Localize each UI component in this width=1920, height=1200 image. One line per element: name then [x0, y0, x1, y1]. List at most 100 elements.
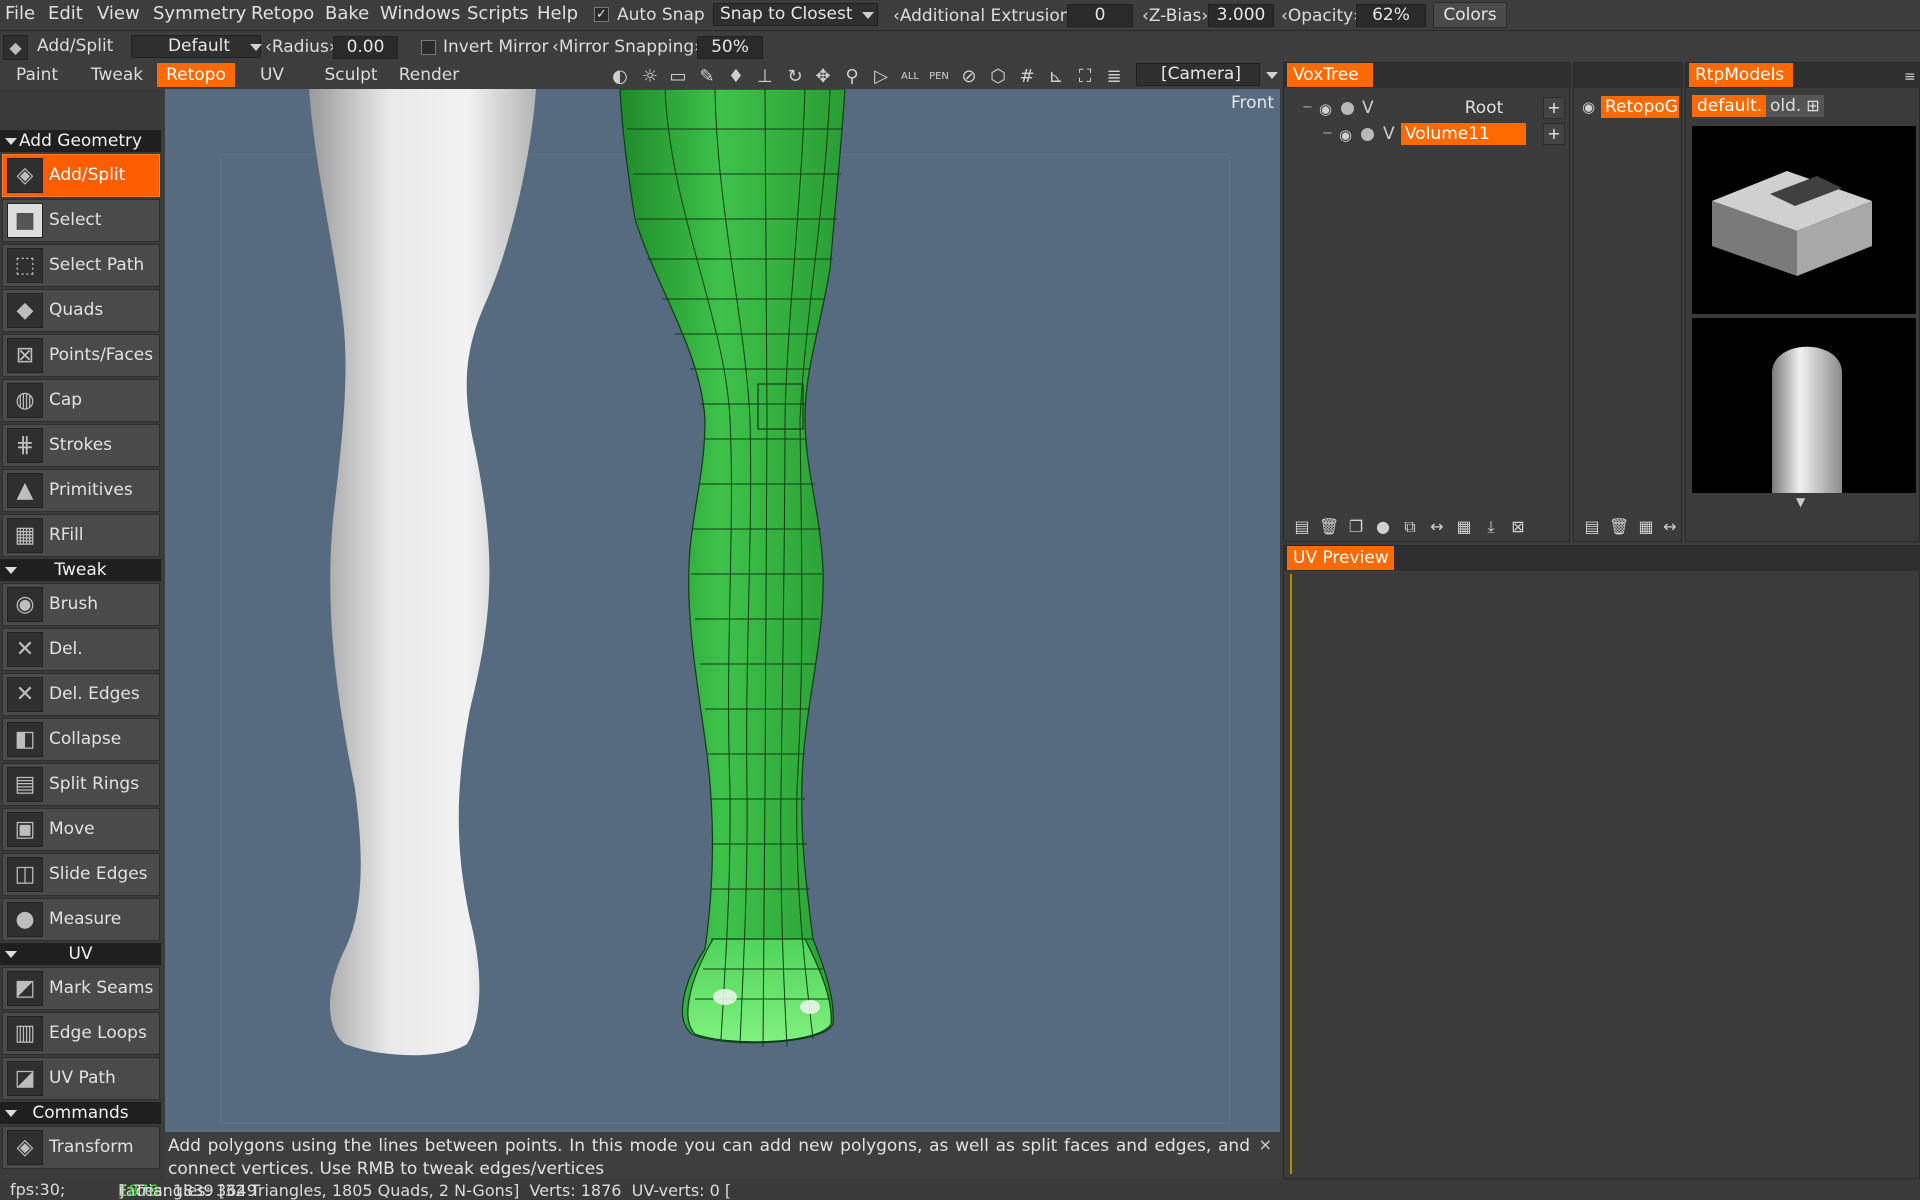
tool-mark-seams[interactable]: ◩ Mark Seams	[2, 967, 160, 1010]
shading-icon[interactable]: ◐	[610, 67, 630, 87]
arrows-icon[interactable]: ↔	[1660, 517, 1680, 537]
play-icon[interactable]: ▷	[871, 67, 891, 87]
model-preview-u-block[interactable]	[1692, 126, 1916, 314]
sphere-icon[interactable]: ●	[1373, 517, 1393, 537]
tab-uv-preview[interactable]: UV Preview	[1287, 546, 1394, 570]
menu-scripts[interactable]: Scripts	[467, 3, 529, 24]
move-icon[interactable]: ✥	[813, 67, 833, 87]
menu-icon[interactable]: ≡	[1904, 69, 1916, 85]
layers-icon[interactable]: ≣	[1104, 67, 1124, 87]
tab-retopo[interactable]: Retopo	[157, 63, 235, 87]
ghost-icon[interactable]	[1361, 128, 1374, 141]
tool-uv-path[interactable]: ◪ UV Path	[2, 1057, 160, 1100]
cube-icon[interactable]: ⬡	[988, 67, 1008, 87]
snap-mode-dropdown[interactable]: Snap to Closest	[713, 3, 878, 26]
tool-edge-loops[interactable]: ▥ Edge Loops	[2, 1012, 160, 1055]
menu-retopo[interactable]: Retopo	[251, 3, 314, 24]
model-preview-capsule[interactable]	[1692, 318, 1916, 493]
tool-select[interactable]: ■ Select	[2, 199, 160, 242]
eye-icon[interactable]: ◉	[1319, 98, 1332, 120]
tab-paint[interactable]: Paint	[5, 63, 69, 87]
picture-icon[interactable]: ▭	[668, 67, 688, 87]
tool-add-split[interactable]: ◈ Add/Split	[2, 154, 160, 197]
tool-brush[interactable]: ◉ Brush	[2, 583, 160, 626]
menu-windows[interactable]: Windows	[380, 3, 460, 24]
add-preset-icon[interactable]: ⊞	[1802, 95, 1824, 117]
menu-view[interactable]: View	[97, 3, 140, 24]
visibility-v-icon[interactable]: V	[1362, 97, 1374, 119]
invert-mirror-checkbox[interactable]	[421, 40, 436, 55]
section-tweak[interactable]: Tweak	[0, 559, 161, 581]
tool-del-polygons[interactable]: ✕Del. Polygons	[2, 628, 160, 700]
3d-viewport[interactable]: Front	[165, 89, 1280, 1132]
collapse-icon[interactable]: −	[1302, 97, 1313, 119]
preset-default-button[interactable]: default.	[1692, 95, 1768, 117]
tool-points-faces[interactable]: ⊠ Points/Faces	[2, 334, 160, 377]
tool-del-edges[interactable]: ✕ Del. Edges	[2, 673, 160, 716]
close-box-icon[interactable]: ⊠	[1508, 517, 1528, 537]
mirror-snapping-field[interactable]: 50%	[697, 36, 763, 59]
tab-render[interactable]: Render	[394, 63, 464, 87]
no-icon[interactable]: ⊘	[959, 67, 979, 87]
close-icon[interactable]: ×	[1259, 1133, 1272, 1156]
tab-rtp-models[interactable]: RtpModels	[1689, 63, 1793, 87]
tool-collapse[interactable]: ◧ Collapse	[2, 718, 160, 761]
additional-extrusion-field[interactable]: 0	[1067, 4, 1133, 27]
chevron-down-icon[interactable]: ▼	[1796, 495, 1805, 509]
opacity-field[interactable]: 62%	[1356, 4, 1426, 27]
tool-transform[interactable]: ◈ Transform	[2, 1126, 160, 1169]
rotate-icon[interactable]: ↻	[785, 67, 805, 87]
preset-old-button[interactable]: old.	[1766, 95, 1806, 117]
uv-canvas[interactable]	[1290, 574, 1916, 1174]
zoom-icon[interactable]: ⚲	[842, 67, 862, 87]
radius-field[interactable]: 0.00	[333, 36, 398, 59]
pivot-icon[interactable]: ⊥	[755, 67, 775, 87]
collapse-icon[interactable]: −	[1322, 123, 1333, 145]
z-bias-field[interactable]: 3.000	[1208, 4, 1274, 27]
tool-move[interactable]: ▣ Move	[2, 808, 160, 851]
chevron-down-icon[interactable]	[1266, 72, 1278, 79]
tool-rfill[interactable]: ▦ RFill	[2, 514, 160, 557]
tree-row-root[interactable]: − ◉ V Root +	[1284, 97, 1571, 119]
menu-edit[interactable]: Edit	[48, 3, 83, 24]
menu-file[interactable]: File	[5, 3, 35, 24]
trash-icon[interactable]: 🗑	[1319, 517, 1339, 537]
duplicate-icon[interactable]: ❐	[1346, 517, 1366, 537]
add-layer-button[interactable]: +	[1543, 123, 1565, 145]
new-layer-icon[interactable]: ▤	[1582, 517, 1602, 537]
preset-dropdown[interactable]: Default	[131, 35, 262, 58]
copy-icon[interactable]: ⧉	[1400, 517, 1420, 537]
camera-dropdown[interactable]: [Camera]	[1136, 63, 1260, 86]
menu-symmetry[interactable]: Symmetry	[153, 3, 246, 24]
auto-snap-checkbox[interactable]: ✓	[594, 7, 609, 22]
colors-button[interactable]: Colors	[1433, 2, 1507, 28]
eye-icon[interactable]: ◉	[1339, 124, 1352, 146]
merge-icon[interactable]: ⤓	[1481, 517, 1501, 537]
trash-icon[interactable]: 🗑	[1609, 517, 1629, 537]
tool-slide-edges[interactable]: ◫ Slide Edges	[2, 853, 160, 896]
grid-icon[interactable]: #	[1017, 67, 1037, 87]
axis-icon[interactable]: ⊾	[1046, 67, 1066, 87]
ghost-icon[interactable]	[1341, 102, 1354, 115]
drop-icon[interactable]: ♦	[726, 67, 746, 87]
section-commands[interactable]: Commands	[0, 1102, 161, 1124]
section-uv[interactable]: UV	[0, 943, 161, 965]
tab-uv[interactable]: UV	[247, 63, 297, 87]
tool-select-path[interactable]: ⬚ Select Path	[2, 244, 160, 287]
paint-icon[interactable]: ✎	[697, 67, 717, 87]
add-layer-button[interactable]: +	[1543, 97, 1565, 119]
tool-quads[interactable]: ◆ Quads	[2, 289, 160, 332]
visibility-v-icon[interactable]: V	[1383, 123, 1395, 145]
tool-primitives[interactable]: ▲ Primitives	[2, 469, 160, 512]
menu-help[interactable]: Help	[537, 3, 578, 24]
tool-measure[interactable]: ● Measure	[2, 898, 160, 941]
root-node-label[interactable]: Root	[1432, 97, 1532, 119]
fit-icon[interactable]: ⛶	[1075, 67, 1095, 87]
menu-bake[interactable]: Bake	[325, 3, 369, 24]
tool-strokes[interactable]: ⋕ Strokes	[2, 424, 160, 467]
light-icon[interactable]: ☼	[640, 67, 660, 87]
tree-row-volume[interactable]: − ◉ V Volume11 +	[1284, 123, 1571, 145]
grid-icon[interactable]: ▦	[1454, 517, 1474, 537]
tool-split-rings[interactable]: ▤ Split Rings	[2, 763, 160, 806]
frame-pen-icon[interactable]: PEN	[929, 67, 949, 87]
